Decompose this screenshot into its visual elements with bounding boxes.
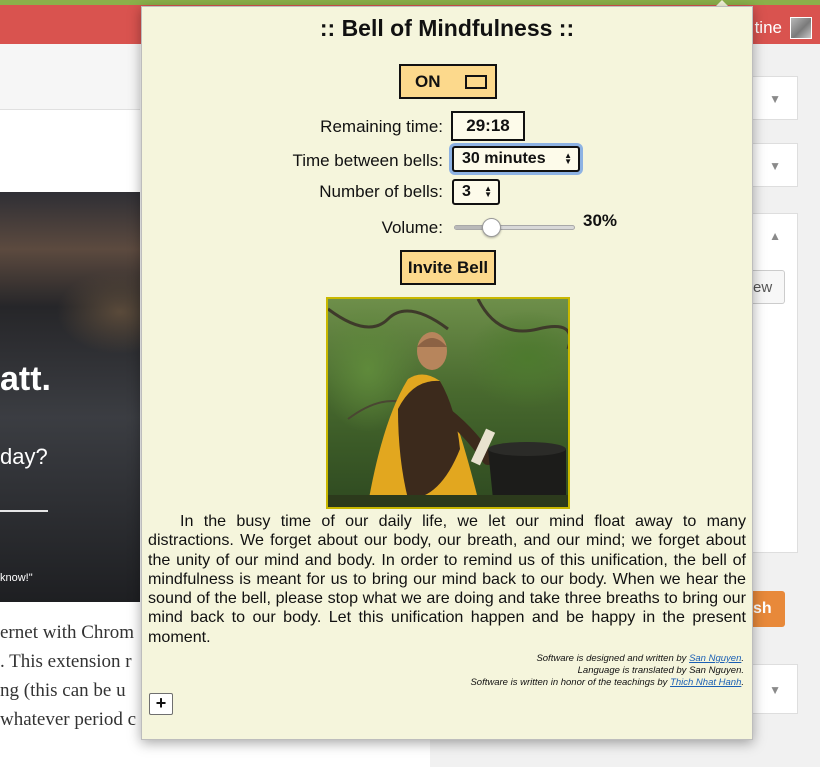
mindfulness-passage: In the busy time of our daily life, we l… xyxy=(148,512,746,646)
remaining-time-label: Remaining time: xyxy=(320,117,443,136)
hero-caption: know!" xyxy=(0,572,33,584)
popup-title: :: Bell of Mindfulness :: xyxy=(319,15,575,41)
background-user-menu[interactable]: tine xyxy=(755,15,812,41)
credits-author-prefix: Software is designed and written by xyxy=(536,653,690,664)
chevron-down-icon[interactable]: ▼ xyxy=(769,159,781,173)
volume-label: Volume: xyxy=(381,218,443,237)
volume-slider[interactable] xyxy=(454,218,575,237)
hero-subtitle: day? xyxy=(0,444,48,469)
credits-line-honor: Software is written in honor of the teac… xyxy=(470,677,744,689)
hero-title: att. xyxy=(0,360,51,398)
credits-line-author: Software is designed and written by San … xyxy=(470,653,744,665)
credits-honor-prefix: Software is written in honor of the teac… xyxy=(470,677,671,688)
chevron-down-icon[interactable]: ▼ xyxy=(769,92,781,106)
select-stepper-icon: ▲ ▼ xyxy=(564,151,572,166)
volume-slider-thumb[interactable] xyxy=(481,218,501,237)
monk-with-bell-photo xyxy=(326,297,570,509)
hero-divider xyxy=(0,510,48,512)
credits-honor-suffix: . xyxy=(741,677,744,688)
interval-selected-value: 30 minutes xyxy=(462,150,546,167)
article-line: . This extension r xyxy=(0,651,132,672)
article-line: whatever period c xyxy=(0,709,137,730)
bell-count-selected-value: 3 xyxy=(462,183,471,200)
credits: Software is designed and written by San … xyxy=(470,653,744,689)
select-stepper-icon: ▲ ▼ xyxy=(484,184,492,199)
bell-count-label: Number of bells: xyxy=(319,182,443,201)
background-article-text: ernet with Chrom . This extension r ng (… xyxy=(0,600,140,767)
background-sub-bar xyxy=(0,44,140,110)
background-hero-image: att. day? know!" xyxy=(0,192,140,602)
on-off-toggle[interactable]: ON xyxy=(399,64,497,99)
bell-count-select[interactable]: 3 ▲ ▼ xyxy=(452,179,500,205)
article-line: ernet with Chrom xyxy=(0,622,135,643)
background-publish-button[interactable]: sh xyxy=(753,591,785,627)
chevron-down-icon[interactable]: ▼ xyxy=(769,683,781,697)
volume-value: 30% xyxy=(583,211,618,230)
expand-button[interactable]: + xyxy=(149,693,173,715)
avatar[interactable] xyxy=(790,17,812,39)
toggle-label: ON xyxy=(415,71,441,91)
credits-line-translation: Language is translated by San Nguyen. xyxy=(577,665,744,676)
preview-label: ew xyxy=(753,278,773,296)
remaining-time-display: 29:18 xyxy=(451,111,525,141)
author-link[interactable]: San Nguyen xyxy=(689,653,741,664)
bell-popup: :: Bell of Mindfulness :: ON Remaining t… xyxy=(141,6,753,740)
background-user-name: tine xyxy=(754,18,782,37)
teacher-link[interactable]: Thich Nhat Hanh xyxy=(670,677,741,688)
interval-select[interactable]: 30 minutes ▲ ▼ xyxy=(452,146,580,172)
monk-illustration xyxy=(328,299,568,507)
publish-label: sh xyxy=(753,600,772,617)
chevron-up-icon[interactable]: ▲ xyxy=(769,229,781,243)
toggle-switch-icon xyxy=(465,74,487,89)
article-line: ng (this can be u xyxy=(0,680,126,701)
invite-bell-button[interactable]: Invite Bell xyxy=(400,250,496,285)
credits-author-suffix: . xyxy=(741,653,744,664)
background-preview-button[interactable]: ew xyxy=(753,270,785,304)
interval-label: Time between bells: xyxy=(292,151,443,170)
